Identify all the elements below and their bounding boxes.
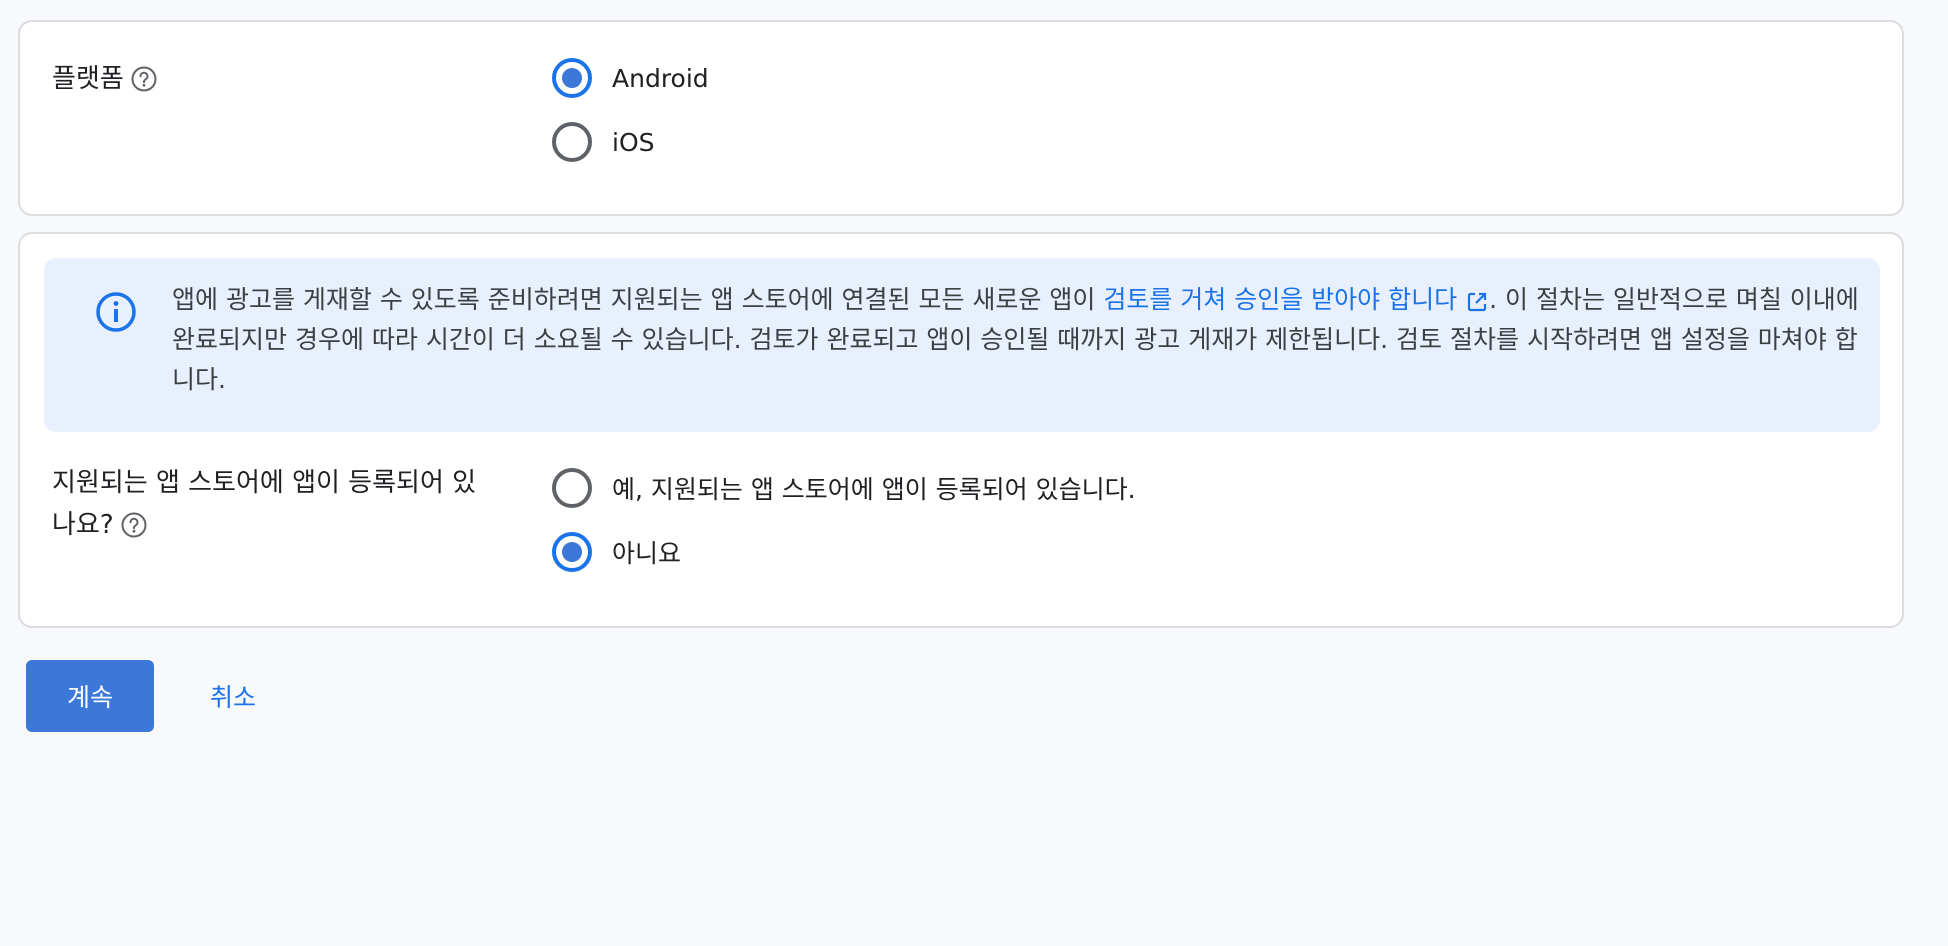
info-text-before: 앱에 광고를 게재할 수 있도록 준비하려면 지원되는 앱 스토어에 연결된 모… <box>172 285 1104 314</box>
radio-label: 아니요 <box>612 539 682 568</box>
help-icon[interactable] <box>130 64 158 92</box>
store-field-label: 지원되는 앱 스토어에 앱이 등록되어 있 나요? <box>52 462 476 546</box>
radio-button[interactable] <box>552 58 592 98</box>
store-label-line1: 지원되는 앱 스토어에 앱이 등록되어 있 <box>52 468 477 498</box>
app-store-section: 앱에 광고를 게재할 수 있도록 준비하려면 지원되는 앱 스토어에 연결된 모… <box>18 232 1904 628</box>
info-banner: 앱에 광고를 게재할 수 있도록 준비하려면 지원되는 앱 스토어에 연결된 모… <box>44 258 1880 432</box>
info-text: 앱에 광고를 게재할 수 있도록 준비하려면 지원되는 앱 스토어에 연결된 모… <box>172 280 1862 400</box>
radio-option-yes[interactable]: 예, 지원되는 앱 스토어에 앱이 등록되어 있습니다. <box>552 466 1136 510</box>
radio-label: 예, 지원되는 앱 스토어에 앱이 등록되어 있습니다. <box>612 475 1136 504</box>
platform-label: 플랫폼 <box>52 64 124 94</box>
store-label-line2: 나요? <box>52 510 114 540</box>
continue-button[interactable]: 계속 <box>26 660 154 732</box>
radio-label: iOS <box>612 127 655 157</box>
radio-button[interactable] <box>552 122 592 162</box>
open-in-new-icon <box>1465 286 1489 312</box>
review-approval-link-text: 검토를 거쳐 승인을 받아야 합니다 <box>1103 285 1458 314</box>
platform-section: 플랫폼 Android iOS <box>18 20 1904 216</box>
radio-button[interactable] <box>552 468 592 508</box>
radio-option-no[interactable]: 아니요 <box>552 530 681 574</box>
cancel-button[interactable]: 취소 <box>196 660 270 732</box>
review-approval-link[interactable]: 검토를 거쳐 승인을 받아야 합니다 <box>1103 285 1489 314</box>
radio-option-android[interactable]: Android <box>552 56 709 100</box>
platform-field-label: 플랫폼 <box>52 58 158 100</box>
radio-option-ios[interactable]: iOS <box>552 120 655 164</box>
info-icon <box>94 290 138 334</box>
radio-label: Android <box>612 63 709 93</box>
help-icon[interactable] <box>120 510 148 538</box>
radio-button[interactable] <box>552 532 592 572</box>
